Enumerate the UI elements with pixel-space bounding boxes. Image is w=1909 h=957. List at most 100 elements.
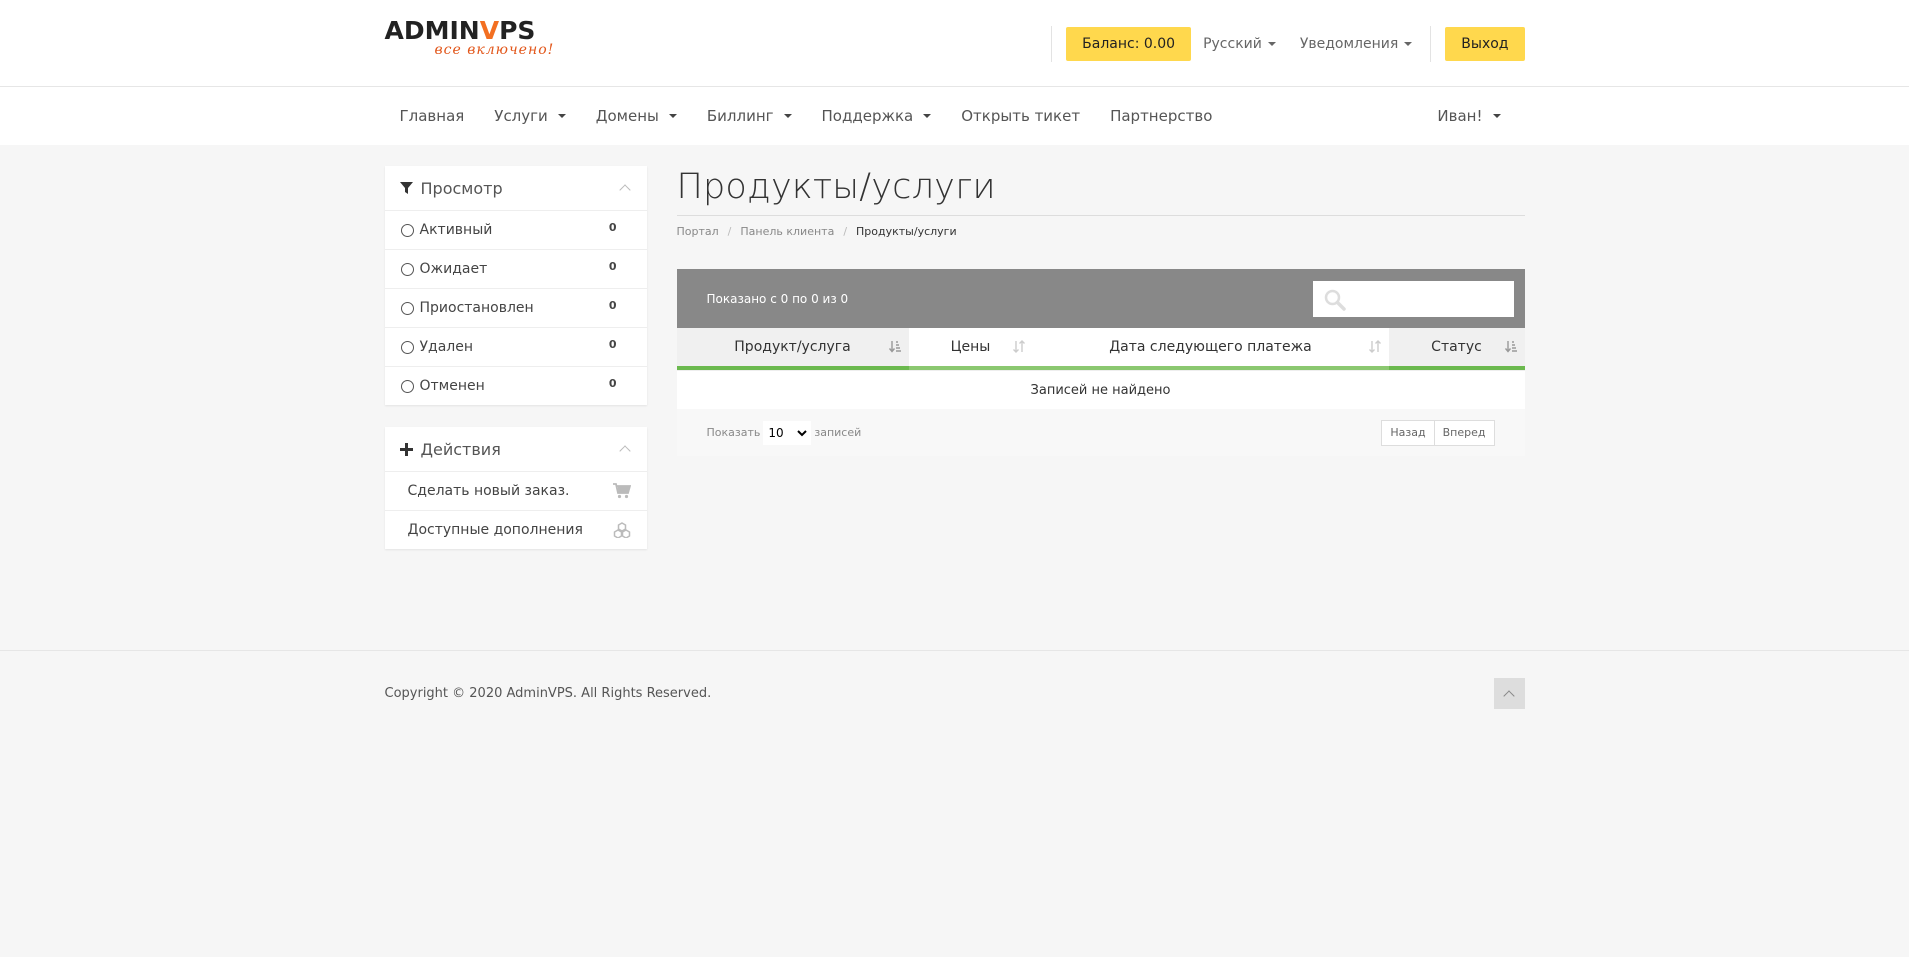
top-header: ADMINVPS все включено! Баланс: 0.00 Русс… [0,0,1909,87]
nav-label: Поддержка [821,107,914,125]
table-info: Показано с 0 по 0 из 0 [706,291,849,306]
new-order-link[interactable]: Сделать новый заказ. [384,471,647,510]
caret-down-icon [783,114,792,118]
available-addons-link[interactable]: Доступные дополнения [384,510,647,549]
column-label: Цены [950,339,991,355]
main-area: Просмотр Активный 0 Ожидает 0 Приостановле… [0,145,1909,650]
table-toolbar: Показано с 0 по 0 из 0 [676,269,1525,328]
page-size-select[interactable]: 10 [763,420,812,445]
filter-label: Активный [419,222,493,238]
logo-slogan: все включено! [434,42,555,58]
logout-button[interactable]: Выход [1445,27,1525,61]
pagination: Назад Вперед [1381,419,1495,446]
filter-label: Отменен [419,378,485,394]
actions-panel-title: Действия [420,439,501,459]
search-icon [1324,289,1346,311]
caret-down-icon [1404,42,1413,46]
column-label: Продукт/услуга [734,339,851,355]
nav-item-services[interactable]: Услуги [479,107,580,125]
nav-label: Открыть тикет [961,107,1081,125]
radio-icon[interactable] [400,223,414,237]
cubes-icon [613,522,630,538]
chevron-up-icon[interactable] [618,445,631,457]
filter-active[interactable]: Активный 0 [384,210,647,249]
user-menu[interactable]: Иван! [1422,107,1524,125]
page-title: Продукты/услуги [676,166,1525,216]
view-panel: Просмотр Активный 0 Ожидает 0 Приостановле… [384,166,647,405]
prev-page-button[interactable]: Назад [1382,421,1433,445]
actions-panel-header[interactable]: Действия [385,427,647,471]
breadcrumb-current: Продукты/услуги [856,225,957,238]
actions-panel: Действия Сделать новый заказ. Доступные … [384,427,647,549]
filter-pending[interactable]: Ожидает 0 [384,249,647,288]
filter-label: Удален [419,339,474,355]
main-nav: Главная Услуги Домены Биллинг Поддержка … [0,87,1909,145]
logo[interactable]: ADMINVPS все включено! [385,18,555,58]
records-label: записей [814,426,862,439]
column-label: Дата следующего платежа [1109,339,1312,355]
nav-item-home[interactable]: Главная [385,107,480,125]
filter-icon [399,181,413,194]
chevron-up-icon [1503,689,1515,702]
filter-count: 0 [608,376,617,390]
caret-down-icon [557,114,566,118]
breadcrumb-portal[interactable]: Портал [677,225,719,238]
copyright: Copyright © 2020 AdminVPS. All Rights Re… [384,686,712,701]
column-status[interactable]: Статус [1388,328,1525,370]
column-next-due[interactable]: Дата следующего платежа [1032,328,1389,370]
notifications-label: Уведомления [1299,36,1399,52]
cart-icon [612,483,631,499]
user-name: Иван! [1437,107,1483,125]
divider [1430,26,1432,62]
filter-label: Ожидает [419,261,488,277]
filter-label: Приостановлен [419,300,534,316]
radio-icon[interactable] [400,301,414,315]
nav-label: Партнерство [1110,107,1213,125]
show-label: Показать [706,426,761,439]
breadcrumb-separator: / [727,225,732,238]
top-actions: Баланс: 0.00 Русский Уведомления Выход [1051,26,1525,62]
language-dropdown[interactable]: Русский [1191,36,1288,52]
footer: Copyright © 2020 AdminVPS. All Rights Re… [0,650,1909,957]
notifications-dropdown[interactable]: Уведомления [1288,36,1424,52]
view-panel-header[interactable]: Просмотр [385,166,647,210]
nav-label: Главная [399,107,465,125]
breadcrumb-separator: / [843,225,848,238]
caret-down-icon [1267,42,1276,46]
language-label: Русский [1203,36,1262,52]
table-footer: Показать 10 записей Назад Вперед [676,409,1525,456]
action-label: Доступные дополнения [407,522,583,538]
filter-count: 0 [608,259,617,273]
caret-down-icon [668,114,677,118]
nav-item-billing[interactable]: Биллинг [692,107,807,125]
filter-count: 0 [608,220,617,234]
next-page-button[interactable]: Вперед [1433,420,1494,445]
table-header: Продукт/услуга Цены Дата следующего плат… [676,328,1525,370]
content: Продукты/услуги Портал / Панель клиента … [676,166,1525,571]
sort-asc-icon [888,341,901,353]
column-product[interactable]: Продукт/услуга [676,328,909,370]
sort-icon [1012,340,1025,353]
services-table: Показано с 0 по 0 из 0 Продукт/услуга Це… [676,269,1525,456]
back-to-top-button[interactable] [1493,678,1525,709]
chevron-up-icon[interactable] [618,184,631,196]
table-search [1312,280,1514,317]
column-price[interactable]: Цены [908,328,1033,370]
filter-deleted[interactable]: Удален 0 [384,327,647,366]
filter-suspended[interactable]: Приостановлен 0 [384,288,647,327]
radio-icon[interactable] [400,340,414,354]
nav-label: Биллинг [706,107,774,125]
logo-text: ADMINVPS [384,16,536,45]
filter-cancelled[interactable]: Отменен 0 [384,366,647,405]
breadcrumb-client-area[interactable]: Панель клиента [740,225,834,238]
radio-icon[interactable] [400,379,414,393]
caret-down-icon [923,114,932,118]
sort-asc-icon [1504,341,1517,353]
nav-item-domains[interactable]: Домены [581,107,692,125]
nav-item-partnership[interactable]: Партнерство [1095,107,1227,125]
radio-icon[interactable] [400,262,414,276]
balance-button[interactable]: Баланс: 0.00 [1066,27,1192,61]
nav-item-support[interactable]: Поддержка [807,107,947,125]
nav-item-open-ticket[interactable]: Открыть тикет [946,107,1095,125]
sidebar: Просмотр Активный 0 Ожидает 0 Приостановле… [384,166,647,571]
